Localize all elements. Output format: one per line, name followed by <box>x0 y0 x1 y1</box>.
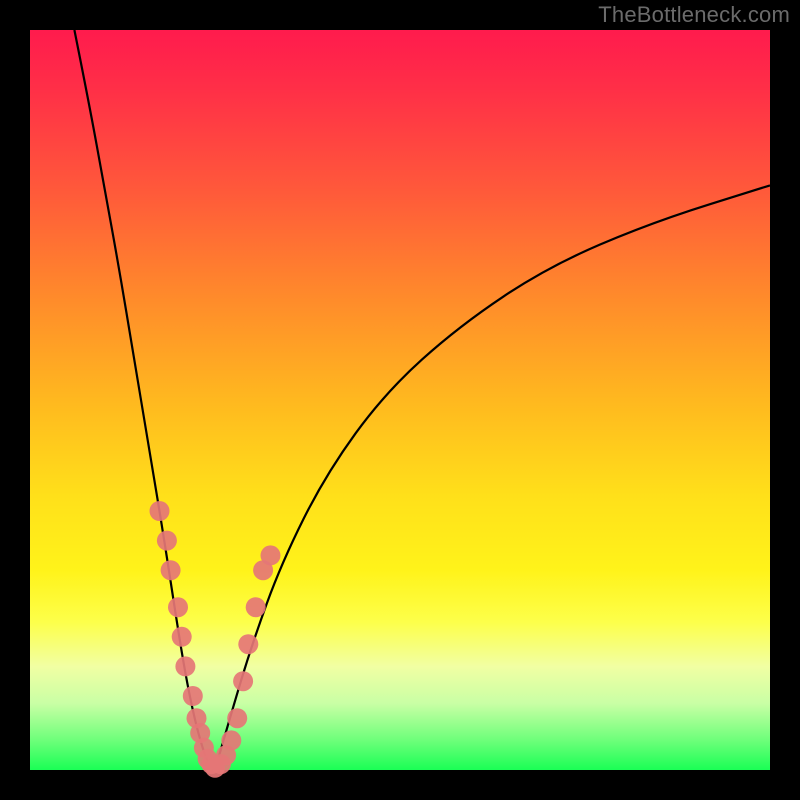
data-dot <box>175 656 195 676</box>
data-dot <box>168 597 188 617</box>
data-dot <box>150 501 170 521</box>
data-dot <box>238 634 258 654</box>
watermark-text: TheBottleneck.com <box>598 2 790 28</box>
chart-svg <box>30 30 770 770</box>
data-dot <box>157 531 177 551</box>
chart-container: { "watermark": "TheBottleneck.com", "col… <box>0 0 800 800</box>
data-dot <box>261 545 281 565</box>
data-dot <box>246 597 266 617</box>
data-dot <box>161 560 181 580</box>
data-dot <box>233 671 253 691</box>
data-dot <box>183 686 203 706</box>
data-dot <box>172 627 192 647</box>
left-curve <box>74 30 215 770</box>
right-curve <box>215 185 770 770</box>
data-dot <box>221 730 241 750</box>
data-dot <box>227 708 247 728</box>
data-dots <box>150 501 281 778</box>
